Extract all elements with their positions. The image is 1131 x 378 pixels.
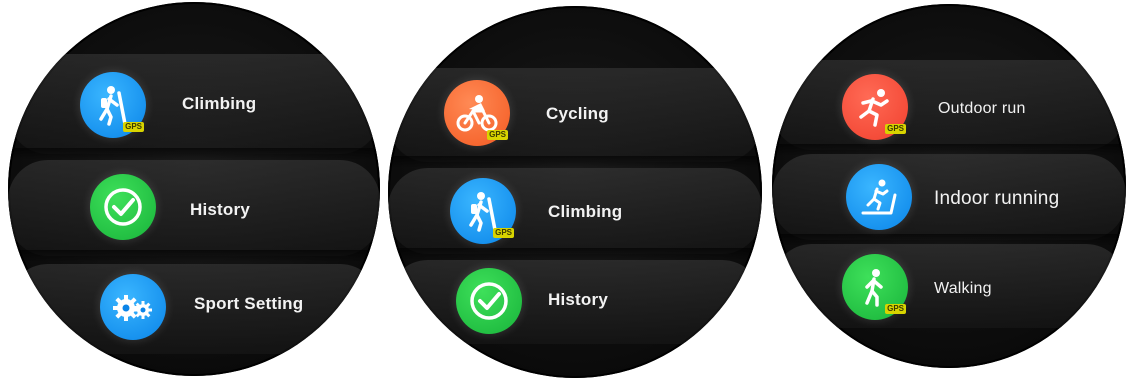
gps-badge: GPS xyxy=(885,304,906,314)
menu-item-climbing[interactable]: GPS Climbing xyxy=(8,54,380,160)
row-divider xyxy=(388,156,762,168)
menu-item-label: Climbing xyxy=(182,94,257,113)
menu-item-label: Walking xyxy=(934,280,992,297)
gps-badge: GPS xyxy=(885,124,906,134)
row-divider xyxy=(8,148,380,160)
check-clock-icon xyxy=(456,268,522,334)
menu-item-sport-setting[interactable]: Sport Setting xyxy=(8,264,380,354)
menu-item-label: Outdoor run xyxy=(938,100,1026,117)
cycling-icon: GPS xyxy=(444,80,510,146)
menu-item-walking[interactable]: GPS Walking xyxy=(772,244,1126,328)
menu-item-history[interactable]: History xyxy=(8,160,380,262)
gps-badge: GPS xyxy=(487,130,508,140)
menu-item-outdoor-run[interactable]: GPS Outdoor run xyxy=(772,60,1126,156)
menu-item-climbing[interactable]: GPS Climbing xyxy=(388,168,762,260)
check-clock-icon xyxy=(90,174,156,240)
menu-item-label: History xyxy=(190,200,250,219)
climbing-icon: GPS xyxy=(80,72,146,138)
menu-item-history[interactable]: History xyxy=(388,260,762,344)
menu-item-cycling[interactable]: GPS Cycling xyxy=(388,68,762,168)
gps-badge: GPS xyxy=(123,122,144,132)
running-icon: GPS xyxy=(842,74,908,140)
menu-item-label: Climbing xyxy=(548,202,623,221)
treadmill-icon xyxy=(846,164,912,230)
menu-item-label: Indoor running xyxy=(934,188,1060,209)
menu-item-label: Cycling xyxy=(546,104,609,123)
watch-screen-2: GPS Cycling GPS Climbing History xyxy=(388,6,762,378)
watch-screen-3: GPS Outdoor run Indoor running GPS Walki… xyxy=(772,4,1126,368)
menu-item-indoor-running[interactable]: Indoor running xyxy=(772,154,1126,246)
gears-icon xyxy=(100,274,166,340)
menu-item-label: History xyxy=(548,290,608,309)
row-divider xyxy=(388,248,762,260)
watch-screen-1: GPS Climbing History Sport Setting xyxy=(8,2,380,376)
walking-icon: GPS xyxy=(842,254,908,320)
menu-item-label: Sport Setting xyxy=(194,294,304,313)
climbing-icon: GPS xyxy=(450,178,516,244)
gps-badge: GPS xyxy=(493,228,514,238)
row-divider xyxy=(8,250,380,262)
